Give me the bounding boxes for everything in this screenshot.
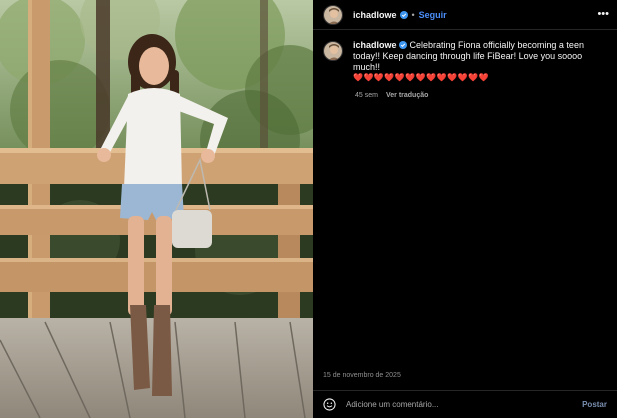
caption-hearts: ❤️❤️❤️❤️❤️❤️❤️❤️❤️❤️❤️❤️❤️ [353,73,489,82]
see-translation-link[interactable]: Ver tradução [386,92,428,99]
caption-meta: 45 sem Ver tradução [355,92,428,99]
comment-bar: Postar [313,390,617,418]
post-age: 45 sem [355,92,378,99]
caption: ichadlowe Celebrating Fiona officially be… [323,40,613,83]
post-comment-button[interactable]: Postar [582,400,607,409]
more-options-icon[interactable]: ••• [597,9,609,20]
username[interactable]: ichadlowe [353,10,397,20]
caption-username[interactable]: ichadlowe [353,40,397,50]
post-details-panel: ichadlowe • Seguir ••• ichadlowe Celebrat… [313,0,617,418]
avatar[interactable] [323,4,343,25]
verified-badge-icon [399,10,408,19]
avatar-image [324,5,342,24]
post-photo[interactable] [0,0,313,418]
photo-illustration [0,0,313,418]
emoji-icon[interactable] [323,398,336,411]
separator-dot: • [411,9,415,20]
post-date: 15 de novembro de 2025 [323,372,401,379]
caption-avatar[interactable] [323,41,343,61]
caption-verified-badge-icon [398,41,407,49]
caption-avatar-image [324,42,342,60]
comments-area [319,101,615,369]
post-header: ichadlowe • Seguir ••• [313,0,617,30]
comment-input[interactable] [346,400,583,409]
follow-button[interactable]: Seguir [419,10,447,20]
caption-body: ichadlowe Celebrating Fiona officially be… [353,40,608,83]
